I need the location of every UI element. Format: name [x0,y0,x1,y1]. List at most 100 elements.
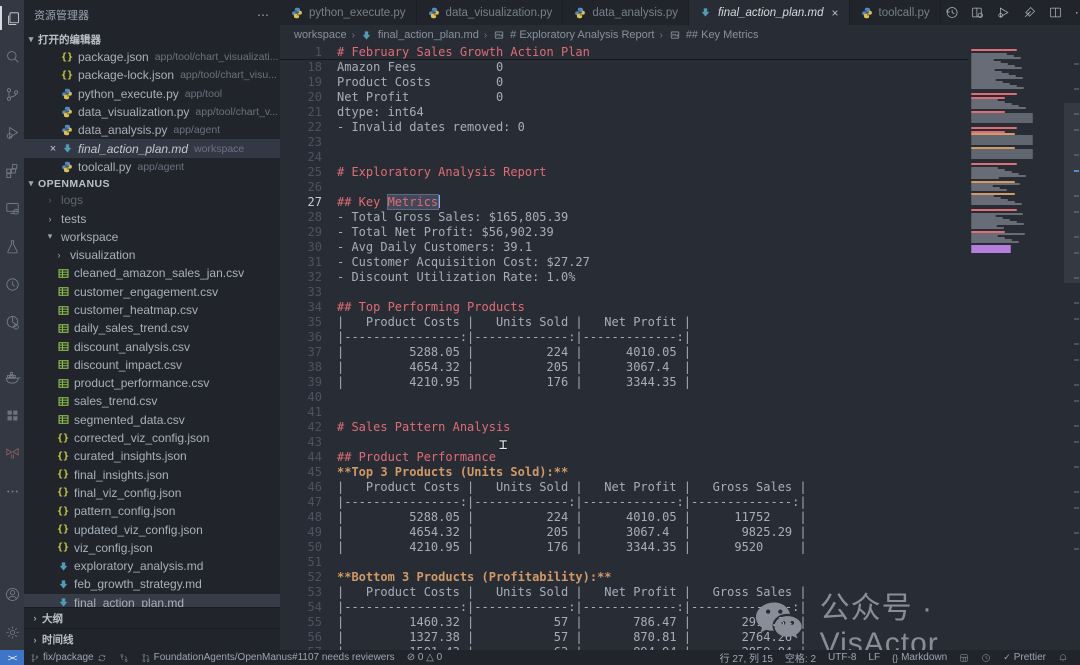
prettier-status[interactable]: ✓Prettier [997,650,1052,665]
settings-gear-icon[interactable] [0,620,24,644]
tree-file-viz_config.json[interactable]: {}viz_config.json [24,539,280,557]
breadcrumb-label: workspace [294,29,347,41]
remote-indicator[interactable]: >< [0,650,24,665]
editor-pane[interactable]: 1# February Sales Growth Action Plan18Am… [280,45,968,650]
tab-toolcall.py[interactable]: toolcall.py [850,0,941,25]
more-actions-icon[interactable]: ⋯ [1071,2,1080,24]
code-line-33: 33 [280,285,968,300]
tree-folder-workspace[interactable]: ▾workspace [24,228,280,246]
breadcrumb-item[interactable]: workspace [294,29,347,41]
grid-extension-icon[interactable] [0,403,24,427]
ruler-decoration [1074,302,1079,304]
testing-icon[interactable] [0,234,24,258]
open-editor-item[interactable]: ×final_action_plan.mdworkspace [24,139,280,157]
run-debug-icon[interactable] [0,120,24,144]
ruler-decoration [1074,441,1079,443]
open-editor-item[interactable]: data_analysis.pyapp/agent [24,121,280,139]
tree-file-sales_trend.csv[interactable]: sales_trend.csv [24,392,280,410]
timer-icon[interactable] [0,272,24,296]
markdown-file-icon [56,559,70,573]
tree-file-product_performance.csv[interactable]: product_performance.csv [24,374,280,392]
account-icon[interactable] [0,582,24,606]
markdown-file-icon [60,142,74,156]
tab-python_execute.py[interactable]: python_execute.py [280,0,417,25]
eol[interactable]: LF [862,650,886,665]
extensions-icon[interactable] [0,158,24,182]
tree-file-cleaned_amazon_sales_jan.csv[interactable]: cleaned_amazon_sales_jan.csv [24,264,280,282]
github-pr-status[interactable]: FoundationAgents/OpenManus#1107 needs re… [135,650,401,665]
cursor-position[interactable]: 行 27, 列 15 [714,650,779,665]
tree-file-pattern_config.json[interactable]: {}pattern_config.json [24,502,280,520]
open-editors-section[interactable]: ▾ 打开的编辑器 [24,30,280,48]
timer-status-icon[interactable] [975,650,997,665]
open-editor-item[interactable]: python_execute.pyapp/tool [24,85,280,103]
tree-file-final_insights.json[interactable]: {}final_insights.json [24,466,280,484]
symbol-file-icon [668,28,682,42]
tree-file-daily_sales_trend.csv[interactable]: daily_sales_trend.csv [24,319,280,337]
gitlens-icon[interactable] [0,441,24,465]
more-views-icon[interactable] [0,479,24,503]
timeline-section[interactable]: › 时间线 [24,629,280,650]
project-section[interactable]: ▾ OPENMANUS [24,176,280,191]
tab-label: data_analysis.py [592,7,678,19]
breadcrumb-item[interactable]: # Exploratory Analysis Report [492,28,654,42]
tab-data_visualization.py[interactable]: data_visualization.py [417,0,564,25]
tree-file-customer_engagement.csv[interactable]: customer_engagement.csv [24,283,280,301]
outline-section[interactable]: › 大纲 [24,608,280,629]
tree-file-curated_insights.json[interactable]: {}curated_insights.json [24,447,280,465]
search-icon[interactable] [0,44,24,68]
split-editor-icon[interactable] [1045,2,1067,24]
docker-icon[interactable] [0,365,24,389]
layout-status-icon[interactable] [953,650,975,665]
tab-final_action_plan.md[interactable]: final_action_plan.md× [689,0,850,25]
tree-file-final_viz_config.json[interactable]: {}final_viz_config.json [24,484,280,502]
language-mode[interactable]: {}Markdown [886,650,953,665]
run-file-icon[interactable] [993,2,1015,24]
breadcrumb-item[interactable]: final_action_plan.md [360,28,479,42]
close-icon[interactable]: × [46,143,60,155]
source-control-icon[interactable] [0,82,24,106]
problems-status[interactable]: ⊘ 0 △ 0 [401,650,449,665]
chevron-right-icon: › [28,635,42,645]
open-editor-item[interactable]: toolcall.pyapp/agent [24,158,280,176]
tree-file-discount_analysis.csv[interactable]: discount_analysis.csv [24,337,280,355]
tree-folder-visualization[interactable]: ›visualization [24,246,280,264]
sidebar-more-icon[interactable]: ⋯ [257,8,270,22]
git-branch-status[interactable]: fix/package [24,650,113,665]
markdown-preview-icon[interactable] [1019,2,1041,24]
open-changes-icon[interactable] [967,2,989,24]
tree-file-segmented_data.csv[interactable]: segmented_data.csv [24,411,280,429]
tree-file-corrected_viz_config.json[interactable]: {}corrected_viz_config.json [24,429,280,447]
notifications-bell-icon[interactable] [1052,650,1074,665]
line-text: - Customer Acquisition Cost: $27.27 [337,255,590,270]
git-compare-status[interactable] [113,650,135,665]
json-file-icon: {} [56,486,70,500]
chevron-right-icon: › [43,214,57,224]
minimap[interactable] [968,45,1040,650]
open-editor-item[interactable]: {}package-lock.jsonapp/tool/chart_visu..… [24,66,280,84]
tree-file-feb_growth_strategy.md[interactable]: feb_growth_strategy.md [24,575,280,593]
tab-data_analysis.py[interactable]: data_analysis.py [563,0,689,25]
timeline-history-icon[interactable] [941,2,963,24]
minimap-row [971,209,1017,211]
tree-folder-tests[interactable]: ›tests [24,209,280,227]
open-editor-item[interactable]: data_visualization.pyapp/tool/chart_v... [24,103,280,121]
tree-file-exploratory_analysis.md[interactable]: exploratory_analysis.md [24,557,280,575]
indentation[interactable]: 空格: 2 [779,650,822,665]
vertical-scrollbar[interactable] [1064,103,1080,283]
minimap-row [971,143,1033,145]
tree-file-discount_impact.csv[interactable]: discount_impact.csv [24,356,280,374]
profiler-icon[interactable] [0,310,24,334]
tree-folder-logs[interactable]: ›logs [24,191,280,209]
minimap-row [971,49,1017,51]
remote-explorer-icon[interactable] [0,196,24,220]
line-number: 19 [280,75,322,90]
tree-file-updated_viz_config.json[interactable]: {}updated_viz_config.json [24,520,280,538]
breadcrumb-item[interactable]: ## Key Metrics [668,28,759,42]
tree-file-customer_heatmap.csv[interactable]: customer_heatmap.csv [24,301,280,319]
explorer-icon[interactable] [0,6,24,30]
encoding[interactable]: UTF-8 [822,650,862,665]
open-editor-item[interactable]: {}package.jsonapp/tool/chart_visualizati… [24,48,280,66]
close-icon[interactable]: × [831,6,838,20]
minimap-row [971,203,1022,205]
